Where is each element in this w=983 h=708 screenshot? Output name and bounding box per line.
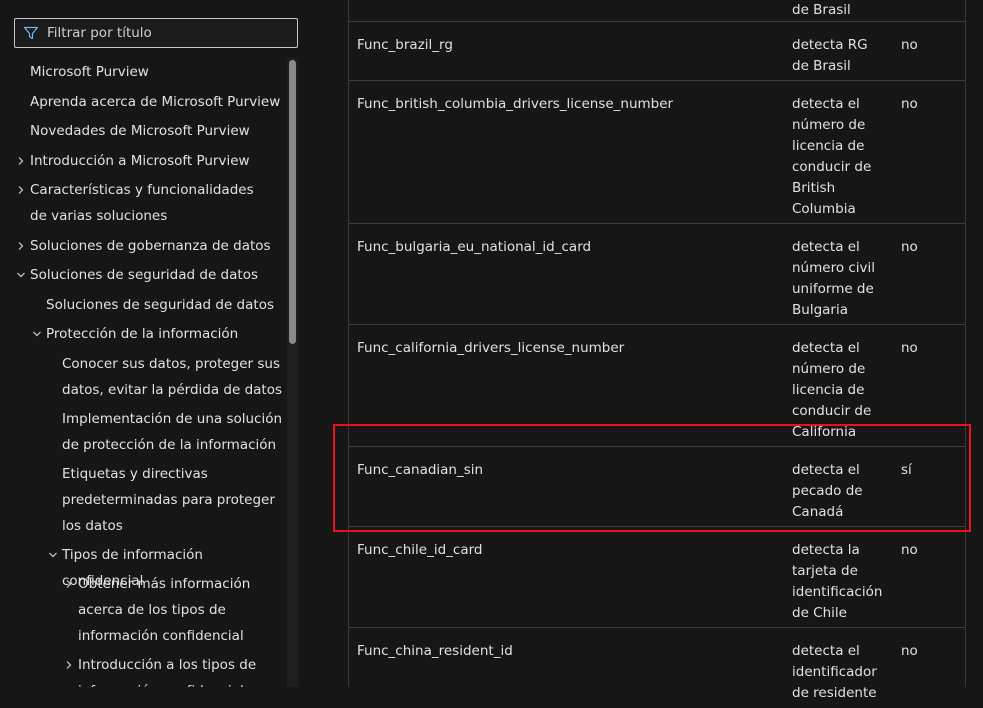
function-description: detecta el número de licencia de conduci… (792, 340, 872, 440)
chevron-right-icon[interactable] (64, 579, 74, 589)
function-description: detecta el número civil uniforme de Bulg… (792, 239, 876, 318)
table-row: Func_bulgaria_eu_national_id_card detect… (349, 224, 965, 325)
toc-item-data-security-overview[interactable]: Soluciones de seguridad de datos (0, 292, 286, 318)
chevron-right-icon[interactable] (16, 156, 26, 166)
toc-item-label: Etiquetas y directivas predeterminadas p… (62, 466, 275, 534)
function-flag: no (901, 340, 918, 356)
table-row: Func_british_columbia_drivers_license_nu… (349, 81, 965, 224)
function-flag: sí (901, 462, 912, 478)
toc-item-introduction[interactable]: Introducción a Microsoft Purview (0, 148, 286, 174)
toc-tree: Microsoft Purview Aprenda acerca de Micr… (0, 58, 288, 687)
toc-item-label: Implementación de una solución de protec… (62, 411, 283, 453)
toc-item-information-protection[interactable]: Protección de la información (0, 321, 286, 347)
function-description: detecta el identificador de residente (792, 643, 877, 701)
function-description: detecta el número de licencia de conduci… (792, 96, 872, 217)
function-description: de Brasil (792, 2, 851, 18)
function-name: Func_canadian_sin (357, 462, 484, 478)
chevron-down-icon[interactable] (32, 329, 42, 339)
sidebar-scrollbar[interactable] (287, 58, 298, 687)
function-flag: no (901, 643, 918, 659)
scrollbar-thumb[interactable] (289, 60, 296, 344)
function-name: Func_china_resident_id (357, 643, 513, 659)
toc-item-learn-about-purview[interactable]: Aprenda acerca de Microsoft Purview (0, 89, 286, 115)
function-name: Func_brazil_rg (357, 37, 453, 53)
toc-item-label: Soluciones de seguridad de datos (46, 297, 274, 313)
function-description: detecta RG de Brasil (792, 37, 868, 74)
toc-item-label: Soluciones de gobernanza de datos (30, 238, 271, 254)
table-row: de Brasil (349, 0, 965, 22)
function-flag: no (901, 96, 918, 112)
function-name: Func_british_columbia_drivers_license_nu… (357, 96, 674, 112)
toc-item-default-labels-policies[interactable]: Etiquetas y directivas predeterminadas p… (0, 461, 286, 539)
table-row: Func_chile_id_card detecta la tarjeta de… (349, 527, 965, 628)
filter-box[interactable] (14, 18, 298, 48)
toc-item-microsoft-purview[interactable]: Microsoft Purview (0, 59, 286, 85)
chevron-down-icon[interactable] (16, 270, 26, 280)
toc-item-label: Introducción a Microsoft Purview (30, 153, 250, 169)
toc-item-learn-sensitive-info-types[interactable]: Obtener más información acerca de los ti… (0, 571, 286, 649)
toc-sidebar: Microsoft Purview Aprenda acerca de Micr… (0, 0, 322, 687)
toc-item-whats-new[interactable]: Novedades de Microsoft Purview (0, 118, 286, 144)
toc-item-label: Características y funcionalidades de var… (30, 182, 254, 224)
table-row: Func_china_resident_id detecta el identi… (349, 628, 965, 708)
table-row: Func_california_drivers_license_number d… (349, 325, 965, 447)
function-flag: no (901, 542, 918, 558)
toc-item-data-security[interactable]: Soluciones de seguridad de datos (0, 262, 286, 288)
function-name: Func_chile_id_card (357, 542, 483, 558)
toc-item-get-started-sensitive-info-types[interactable]: Introducción a los tipos de información … (0, 652, 286, 687)
function-flag: no (901, 37, 918, 53)
toc-item-label: Aprenda acerca de Microsoft Purview (30, 94, 281, 110)
toc-item-label: Protección de la información (46, 326, 239, 342)
filter-icon (23, 26, 39, 40)
toc-item-features-capabilities[interactable]: Características y funcionalidades de var… (0, 177, 286, 229)
function-name: Func_bulgaria_eu_national_id_card (357, 239, 592, 255)
function-description: detecta el pecado de Canadá (792, 462, 863, 520)
table-row-highlighted: Func_canadian_sin detecta el pecado de C… (349, 447, 965, 527)
function-flag: no (901, 239, 918, 255)
toc-item-label: Conocer sus datos, proteger sus datos, e… (62, 356, 283, 398)
toc-item-data-governance[interactable]: Soluciones de gobernanza de datos (0, 233, 286, 259)
toc-item-label: Introducción a los tipos de información … (78, 657, 257, 687)
chevron-right-icon[interactable] (16, 241, 26, 251)
toc-item-deploy-protection-solution[interactable]: Implementación de una solución de protec… (0, 406, 286, 458)
toc-item-label: Soluciones de seguridad de datos (30, 267, 258, 283)
function-description: detecta la tarjeta de identificación de … (792, 542, 883, 621)
toc-item-label: Obtener más información acerca de los ti… (78, 576, 251, 644)
content-area: de Brasil Func_brazil_rg detecta RG de B… (322, 0, 983, 701)
toc-item-label: Microsoft Purview (30, 64, 149, 80)
chevron-right-icon[interactable] (64, 660, 74, 670)
table-row: Func_brazil_rg detecta RG de Brasil no (349, 22, 965, 81)
filter-input[interactable] (39, 25, 297, 41)
chevron-down-icon[interactable] (48, 550, 58, 560)
function-name: Func_california_drivers_license_number (357, 340, 625, 356)
toc-item-know-protect-prevent[interactable]: Conocer sus datos, proteger sus datos, e… (0, 351, 286, 403)
toc-item-label: Novedades de Microsoft Purview (30, 123, 250, 139)
chevron-right-icon[interactable] (16, 185, 26, 195)
